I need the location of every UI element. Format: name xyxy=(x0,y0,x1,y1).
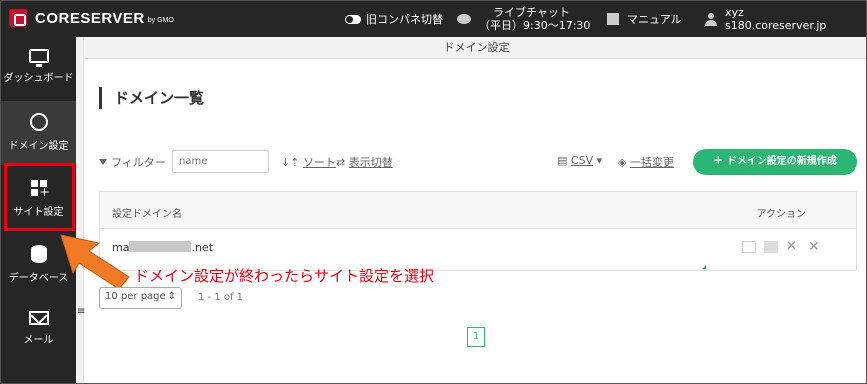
user-host: s180.coreserver.jp xyxy=(725,19,827,32)
manual-link[interactable]: マニュアル xyxy=(607,1,682,37)
globe-www-icon xyxy=(29,113,48,131)
table-header: 設定ドメイン名 アクション xyxy=(100,192,856,229)
redaction-mask xyxy=(129,241,192,252)
chat-title: ライブチャット xyxy=(493,6,570,19)
toggle-view-button[interactable]: ⇄ 表示切替 xyxy=(336,154,393,170)
file-icon: ▤ xyxy=(557,154,568,167)
row-marker xyxy=(702,265,706,269)
chat-hours: （平日）9:30〜17:30 xyxy=(479,19,591,32)
delete-icon[interactable]: ✕ xyxy=(808,240,822,254)
csv-dropdown[interactable]: ▤ CSV ▾ xyxy=(557,154,602,167)
brand-logo[interactable]: CORESERVER by GMO xyxy=(9,9,174,27)
highlight-box xyxy=(4,163,75,231)
chat-icon xyxy=(457,14,471,24)
filter-icon xyxy=(99,159,107,165)
sidebar-item-dashboard[interactable]: ダッシュボード xyxy=(1,37,76,101)
user-name: xyz xyxy=(725,6,744,19)
toggle-icon xyxy=(345,14,361,24)
per-page-select[interactable]: 10 per page ⇕ xyxy=(99,287,182,309)
mail-icon xyxy=(28,311,49,325)
annotation-text: ドメイン設定が終わったらサイト設定を選択 xyxy=(134,267,435,285)
live-chat-link[interactable]: ライブチャット （平日）9:30〜17:30 xyxy=(457,1,590,37)
save-icon[interactable] xyxy=(742,241,756,253)
bulk-change-button[interactable]: ◈ 一括変更 xyxy=(618,154,674,170)
sidebar-divider xyxy=(76,37,84,383)
filter-input[interactable] xyxy=(172,150,269,173)
mail-icon[interactable] xyxy=(764,241,778,253)
user-menu[interactable]: xyz s180.coreserver.jp xyxy=(705,1,826,37)
plus-icon: ＋ xyxy=(713,156,724,167)
column-header-actions: アクション xyxy=(756,209,807,220)
select-arrows-icon: ⇕ xyxy=(167,291,176,302)
app-frame: CORESERVER by GMO 旧コンパネ切替 ライブチャット （平日）9:… xyxy=(0,0,867,384)
coreserver-logo-icon xyxy=(9,9,27,27)
user-icon xyxy=(705,12,717,26)
create-domain-button[interactable]: ＋ ドメイン設定の新規作成 xyxy=(693,149,857,175)
tools-icon[interactable]: ✕ xyxy=(786,240,800,253)
row-actions: ✕ ✕ xyxy=(742,240,822,254)
page-title: ドメイン一覧 xyxy=(99,87,204,109)
legacy-toggle-label: 旧コンパネ切替 xyxy=(366,13,443,26)
sidebar-item-domain[interactable]: ドメイン設定 xyxy=(1,101,76,165)
brand-name: CORESERVER xyxy=(35,9,145,27)
domain-table: 設定ドメイン名 アクション ma .net ✕ ✕ xyxy=(99,191,857,271)
page-button-current[interactable]: 1 xyxy=(467,327,485,347)
brand-sub: by GMO xyxy=(147,17,174,24)
pagination-range: 1 - 1 of 1 xyxy=(198,292,244,303)
toolbar: フィルター ↓⇡ ソート ⇄ 表示切替 ▤ CSV ▾ ◈ 一括変更 ＋ ドメイ… xyxy=(99,149,859,175)
sidebar-item-mail[interactable]: メール xyxy=(1,299,76,363)
book-icon xyxy=(607,13,619,25)
sidebar-item-label: ドメイン設定 xyxy=(8,141,69,152)
annotation-arrow xyxy=(60,234,130,290)
collapse-menu-icon[interactable]: ≡ xyxy=(77,306,85,317)
filter-label: フィルター xyxy=(99,154,166,170)
layers-icon: ◈ xyxy=(618,156,627,169)
sidebar-item-label: メール xyxy=(23,335,54,346)
monitor-icon xyxy=(28,49,49,67)
column-header-domain: 設定ドメイン名 xyxy=(112,209,182,220)
database-icon xyxy=(30,245,47,263)
legacy-panel-toggle[interactable]: 旧コンパネ切替 xyxy=(345,1,443,37)
sort-button[interactable]: ↓⇡ ソート xyxy=(281,154,336,170)
sidebar-item-label: ダッシュボード xyxy=(3,73,74,84)
breadcrumb: ドメイン設定 xyxy=(85,37,866,59)
top-bar: CORESERVER by GMO 旧コンパネ切替 ライブチャット （平日）9:… xyxy=(1,1,866,37)
caret-down-icon: ▾ xyxy=(596,154,603,167)
manual-label: マニュアル xyxy=(627,13,682,26)
